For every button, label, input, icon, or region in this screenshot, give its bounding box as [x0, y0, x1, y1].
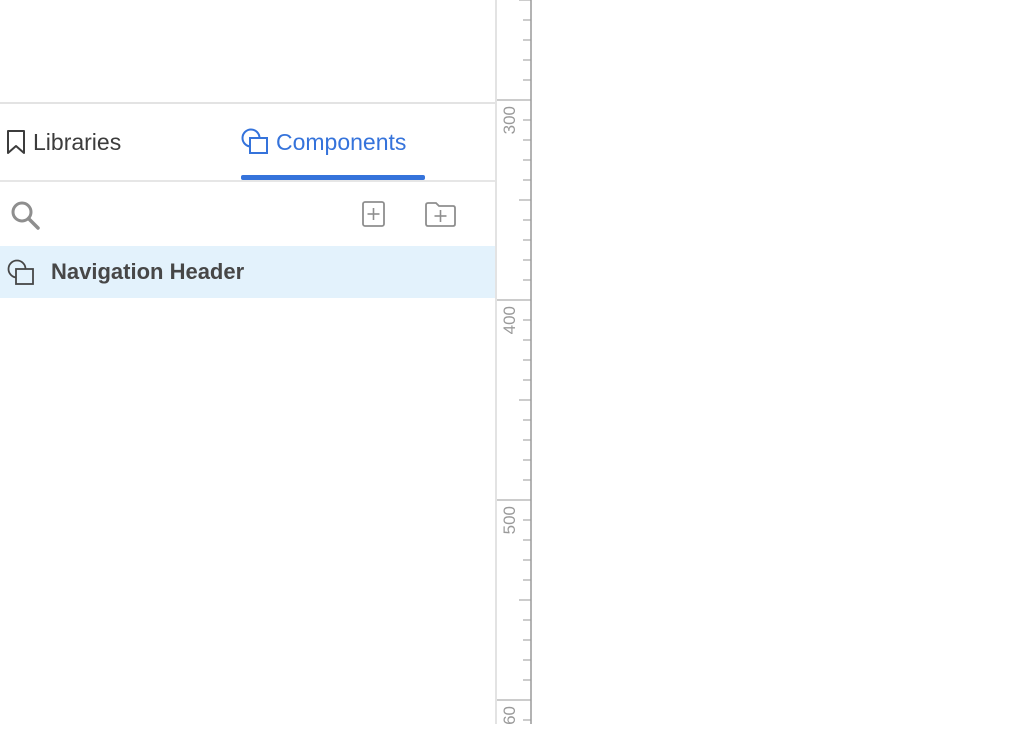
component-list-item[interactable]: Navigation Header [0, 246, 495, 298]
panel-tabs: Libraries Components [0, 104, 495, 180]
component-name: Navigation Header [51, 259, 245, 284]
component-icon [240, 127, 270, 157]
tab-components-label: Components [276, 128, 407, 155]
components-toolbar [0, 182, 495, 246]
ruler-label: 400 [500, 306, 519, 334]
tab-libraries-label: Libraries [33, 128, 122, 155]
add-folder-icon[interactable] [424, 200, 458, 233]
ruler-label: 500 [500, 506, 519, 534]
component-icon [6, 258, 36, 293]
tab-libraries[interactable]: Libraries [5, 104, 121, 180]
vertical-ruler: 300 400 500 60 [497, 0, 534, 725]
add-component-icon[interactable] [361, 200, 387, 233]
bookmark-icon [5, 129, 27, 155]
search-icon[interactable] [9, 199, 41, 236]
tab-components[interactable]: Components [240, 104, 406, 180]
ruler-label: 300 [500, 106, 519, 134]
ruler-label: 60 [500, 706, 519, 724]
components-panel: Libraries Components Navigation Header [0, 0, 495, 724]
ruler-canvas: 300 400 500 60 [497, 0, 532, 725]
